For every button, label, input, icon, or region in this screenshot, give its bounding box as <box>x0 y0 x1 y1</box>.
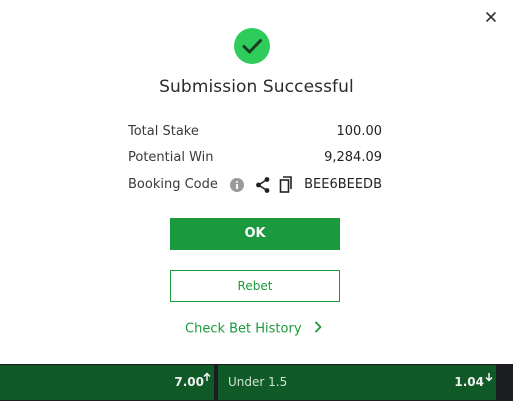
selection-label: Under 1.5 <box>228 375 288 389</box>
odds-value: 1.04 <box>454 375 484 389</box>
total-stake-label: Total Stake <box>128 124 199 139</box>
ok-button[interactable]: OK <box>170 218 340 250</box>
arrow-down-icon <box>484 367 494 382</box>
booking-code-value[interactable]: BEE6BEEDB <box>304 177 382 192</box>
booking-code-label: Booking Code <box>128 177 218 192</box>
odds-cell[interactable]: 7.00 <box>0 365 214 400</box>
bet-success-dialog: Submission Successful Total Stake 100.00… <box>0 0 513 364</box>
total-stake-value: 100.00 <box>336 124 383 139</box>
info-icon[interactable] <box>230 178 244 192</box>
odds-bar: 7.00 Under 1.5 1.04 <box>0 364 513 401</box>
rebet-button[interactable]: Rebet <box>170 270 340 302</box>
odds-value: 7.00 <box>174 375 204 389</box>
odds-cell-under-1-5[interactable]: Under 1.5 1.04 <box>218 365 496 400</box>
chevron-right-icon <box>314 321 322 337</box>
copy-icon[interactable] <box>279 176 293 194</box>
check-bet-history-label: Check Bet History <box>185 321 302 337</box>
arrow-up-icon <box>202 367 212 381</box>
dialog-title: Submission Successful <box>159 77 354 97</box>
close-icon[interactable] <box>483 9 499 25</box>
potential-win-label: Potential Win <box>128 150 214 165</box>
share-icon[interactable] <box>255 176 271 194</box>
potential-win-value: 9,284.09 <box>324 150 382 165</box>
scrollbar-track <box>500 364 513 401</box>
total-stake-row: Total Stake 100.00 <box>128 122 382 142</box>
check-bet-history-link[interactable]: Check Bet History <box>185 321 322 339</box>
booking-code-row: Booking Code BEE6BEEDB <box>128 175 382 195</box>
potential-win-row: Potential Win 9,284.09 <box>128 148 382 168</box>
success-check-icon <box>234 28 270 64</box>
